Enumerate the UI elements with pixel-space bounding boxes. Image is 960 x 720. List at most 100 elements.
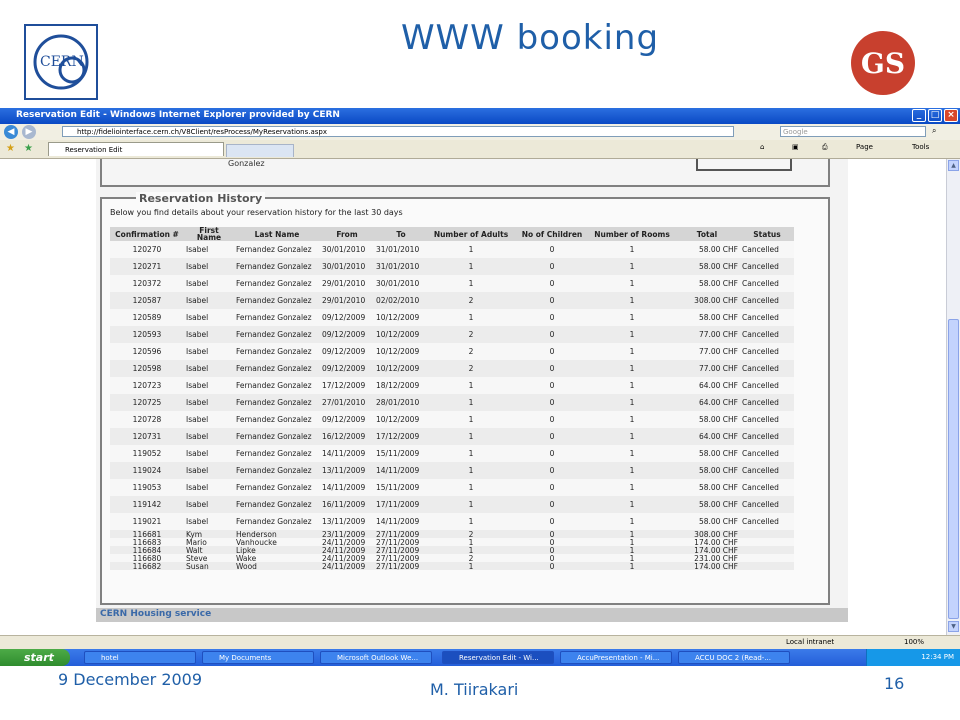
col-rooms: Number of Rooms — [590, 227, 674, 241]
scroll-up-icon[interactable]: ▲ — [948, 160, 959, 171]
search-input[interactable]: Google — [780, 126, 926, 137]
table-cell: 0 — [514, 343, 590, 360]
table-cell: 1 — [428, 411, 514, 428]
taskbar-item-accupresentation[interactable]: AccuPresentation - Mi... — [560, 651, 672, 664]
taskbar-item-accu-doc[interactable]: ACCU DOC 2 (Read-... — [678, 651, 790, 664]
scroll-down-icon[interactable]: ▼ — [948, 621, 959, 632]
new-tab-button[interactable] — [226, 144, 294, 157]
table-row: 120725 Isabel Fernandez Gonzalez 27/01/2010… — [110, 394, 794, 411]
table-cell: 120593 — [110, 326, 184, 343]
tab-bar: ★ ★ Reservation Edit ⌂ ▣ ⎙ Page Tools — [0, 140, 960, 159]
table-cell: 13/11/2009 — [320, 513, 374, 530]
scroll-thumb[interactable] — [948, 319, 959, 619]
table-cell: 15/11/2009 — [374, 445, 428, 462]
table-cell: Wake — [234, 554, 320, 562]
table-cell: 1 — [428, 428, 514, 445]
back-icon[interactable]: ◀ — [4, 125, 18, 139]
table-cell: 77.00 CHF — [674, 360, 740, 377]
table-cell: 14/11/2009 — [320, 479, 374, 496]
table-cell: Isabel — [184, 462, 234, 479]
table-cell: 0 — [514, 462, 590, 479]
page-menu[interactable]: Page — [856, 143, 873, 151]
table-cell: 1 — [590, 530, 674, 538]
table-cell: 58.00 CHF — [674, 496, 740, 513]
taskbar-item-reservation-edit[interactable]: Reservation Edit - Wi... — [442, 651, 554, 664]
col-to: To — [374, 227, 428, 241]
tools-menu[interactable]: Tools — [912, 143, 929, 151]
table-cell: 1 — [590, 360, 674, 377]
table-cell — [740, 562, 794, 570]
table-cell: 10/12/2009 — [374, 411, 428, 428]
table-cell: Isabel — [184, 343, 234, 360]
table-cell: 10/12/2009 — [374, 326, 428, 343]
col-last-name: Last Name — [234, 227, 320, 241]
table-row: 120596 Isabel Fernandez Gonzalez 09/12/2009… — [110, 343, 794, 360]
table-cell: Henderson — [234, 530, 320, 538]
table-cell: Cancelled — [740, 292, 794, 309]
table-cell: 1 — [428, 513, 514, 530]
table-row: 120598 Isabel Fernandez Gonzalez 09/12/2009… — [110, 360, 794, 377]
table-row: 119021 Isabel Fernandez Gonzalez 13/11/2009… — [110, 513, 794, 530]
zoom-level[interactable]: 100% — [904, 638, 924, 646]
table-cell: 09/12/2009 — [320, 326, 374, 343]
table-cell: 1 — [590, 343, 674, 360]
table-row: 116683 Mario Vanhoucke 24/11/2009 27/11/2009… — [110, 538, 794, 546]
table-cell: Cancelled — [740, 428, 794, 445]
add-favorites-icon[interactable]: ★ — [24, 143, 33, 154]
table-cell: 31/01/2010 — [374, 258, 428, 275]
table-cell: Fernandez Gonzalez — [234, 394, 320, 411]
table-cell: 30/01/2010 — [320, 258, 374, 275]
table-cell: 1 — [590, 538, 674, 546]
address-bar: ◀ ▶ http://fideliointerface.cern.ch/V8Cl… — [0, 124, 960, 141]
table-cell: 1 — [590, 562, 674, 570]
table-cell: 58.00 CHF — [674, 411, 740, 428]
table-cell: 29/01/2010 — [320, 292, 374, 309]
table-cell: Isabel — [184, 479, 234, 496]
table-cell: 0 — [514, 394, 590, 411]
maximize-icon[interactable]: □ — [928, 109, 942, 122]
table-cell: 24/11/2009 — [320, 546, 374, 554]
url-input[interactable]: http://fideliointerface.cern.ch/V8Client… — [62, 126, 734, 137]
table-cell: 120270 — [110, 241, 184, 258]
table-cell: Isabel — [184, 326, 234, 343]
clock: 12:34 PM — [921, 653, 954, 661]
table-cell: 27/11/2009 — [374, 546, 428, 554]
minimize-icon[interactable]: _ — [912, 109, 926, 122]
table-cell: Fernandez Gonzalez — [234, 292, 320, 309]
table-cell: 116684 — [110, 546, 184, 554]
table-row: 120728 Isabel Fernandez Gonzalez 09/12/2009… — [110, 411, 794, 428]
start-button[interactable]: start — [0, 649, 70, 666]
vertical-scrollbar[interactable]: ▲ ▼ — [946, 159, 960, 635]
favorites-star-icon[interactable]: ★ — [6, 143, 15, 154]
table-cell: Isabel — [184, 394, 234, 411]
table-row: 119142 Isabel Fernandez Gonzalez 16/11/2009… — [110, 496, 794, 513]
table-cell: 120725 — [110, 394, 184, 411]
table-cell: 17/12/2009 — [374, 428, 428, 445]
table-cell: 58.00 CHF — [674, 445, 740, 462]
taskbar-item-outlook[interactable]: Microsoft Outlook We... — [320, 651, 432, 664]
close-icon[interactable]: × — [944, 109, 958, 122]
table-row: 119053 Isabel Fernandez Gonzalez 14/11/2009… — [110, 479, 794, 496]
table-cell: 231.00 CHF — [674, 554, 740, 562]
top-action-button[interactable] — [696, 159, 792, 171]
table-cell: Isabel — [184, 445, 234, 462]
table-cell: 120728 — [110, 411, 184, 428]
taskbar-item-my-documents[interactable]: My Documents — [202, 651, 314, 664]
table-row: 119024 Isabel Fernandez Gonzalez 13/11/2009… — [110, 462, 794, 479]
home-icon[interactable]: ⌂ — [760, 143, 764, 151]
table-cell: 64.00 CHF — [674, 377, 740, 394]
feeds-icon[interactable]: ▣ — [792, 143, 799, 151]
table-cell: 116681 — [110, 530, 184, 538]
table-cell: 1 — [590, 292, 674, 309]
print-icon[interactable]: ⎙ — [822, 143, 828, 152]
forward-icon[interactable]: ▶ — [22, 125, 36, 139]
table-cell: 0 — [514, 428, 590, 445]
table-cell: 0 — [514, 411, 590, 428]
tab-reservation-edit[interactable]: Reservation Edit — [48, 142, 224, 156]
search-icon[interactable]: ⌕ — [932, 126, 936, 136]
table-cell: 1 — [428, 479, 514, 496]
table-cell: 1 — [590, 546, 674, 554]
table-row: 120372 Isabel Fernandez Gonzalez 29/01/2010… — [110, 275, 794, 292]
taskbar-item-hotel[interactable]: hotel — [84, 651, 196, 664]
table-cell: Fernandez Gonzalez — [234, 496, 320, 513]
